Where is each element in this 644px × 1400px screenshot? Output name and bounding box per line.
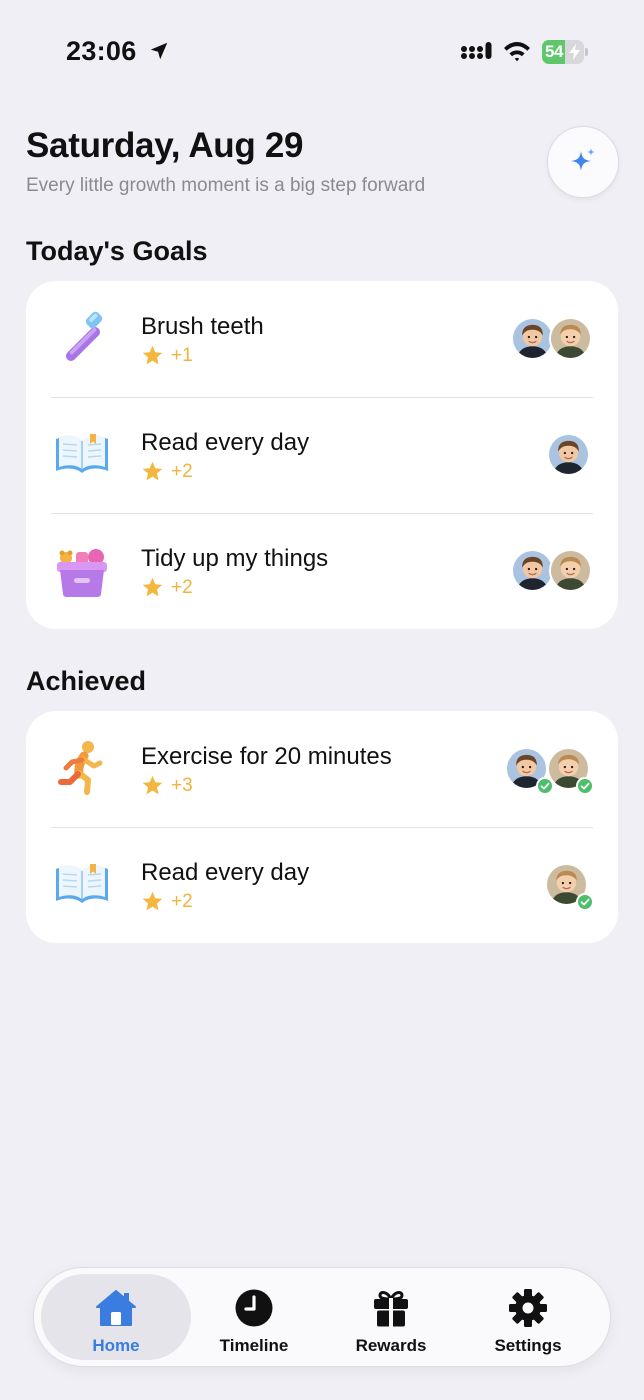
achieved-row-read-every-day[interactable]: Read every day +2 — [26, 827, 618, 943]
todays-goals-card: Brush teeth +1 Read every day +2 Tidy up… — [26, 281, 618, 629]
open-book-icon — [56, 864, 108, 903]
page-title: Saturday, Aug 29 — [26, 126, 304, 165]
achieved-row-exercise[interactable]: Exercise for 20 minutes +3 — [26, 711, 618, 827]
avatar — [511, 549, 554, 592]
home-icon — [96, 1290, 136, 1326]
goal-row-brush-teeth[interactable]: Brush teeth +1 — [26, 281, 618, 397]
achieved-points: +3 — [171, 775, 193, 796]
achieved-points: +2 — [171, 891, 193, 912]
star-icon — [141, 890, 164, 913]
clock-icon — [235, 1289, 273, 1327]
page-subtitle: Every little growth moment is a big step… — [26, 175, 426, 196]
achieved-title: Exercise for 20 minutes — [141, 743, 392, 770]
toy-box-icon — [57, 549, 107, 597]
home-screen: 23:06 54 Saturday, Aug 29 Every little g… — [0, 0, 644, 1400]
tab-label: Home — [92, 1336, 140, 1355]
tab-home[interactable]: Home — [41, 1274, 191, 1360]
achieved-title: Read every day — [141, 859, 310, 886]
tab-timeline[interactable]: Timeline — [179, 1274, 329, 1360]
check-icon — [576, 777, 594, 795]
battery-charging-icon: 54 — [542, 40, 588, 64]
star-icon — [141, 576, 164, 599]
gear-icon — [509, 1289, 547, 1327]
avatar — [549, 549, 592, 592]
charging-bolt-icon — [569, 44, 580, 60]
signal-icon — [461, 42, 492, 59]
location-arrow-icon — [150, 42, 168, 60]
battery-percent: 54 — [545, 42, 563, 61]
check-icon — [576, 893, 594, 911]
gift-icon — [374, 1291, 408, 1327]
goal-points: +1 — [171, 345, 193, 366]
open-book-icon — [56, 434, 108, 473]
tab-label: Timeline — [219, 1336, 289, 1355]
goal-points: +2 — [171, 577, 193, 598]
goal-row-read-every-day[interactable]: Read every day +2 — [26, 397, 618, 513]
achieved-card: Exercise for 20 minutes +3 Read every da… — [26, 711, 618, 943]
toothbrush-icon — [65, 311, 103, 362]
goal-title: Brush teeth — [141, 313, 264, 340]
star-icon — [141, 774, 164, 797]
sparkle-icon — [571, 148, 595, 171]
status-bar: 23:06 54 — [0, 0, 644, 100]
tab-label: Settings — [494, 1336, 562, 1355]
star-icon — [141, 344, 164, 367]
status-time: 23:06 — [66, 36, 137, 66]
goal-title: Read every day — [141, 429, 310, 456]
goal-points: +2 — [171, 461, 193, 482]
goal-row-tidy-up[interactable]: Tidy up my things +2 — [26, 513, 618, 629]
tab-label: Rewards — [355, 1336, 427, 1355]
goal-title: Tidy up my things — [141, 545, 329, 572]
todays-goals-heading: Today's Goals — [26, 236, 208, 266]
runner-icon — [58, 741, 103, 795]
avatar — [547, 433, 590, 476]
star-icon — [141, 460, 164, 483]
achieved-heading: Achieved — [26, 666, 147, 696]
avatar — [511, 317, 554, 360]
tab-rewards[interactable]: Rewards — [316, 1274, 466, 1360]
avatar — [549, 317, 592, 360]
tab-bar: Home Timeline Rewards Settings — [33, 1267, 611, 1367]
tab-settings[interactable]: Settings — [453, 1274, 603, 1360]
sparkle-button[interactable] — [547, 126, 619, 198]
wifi-icon — [504, 42, 530, 62]
